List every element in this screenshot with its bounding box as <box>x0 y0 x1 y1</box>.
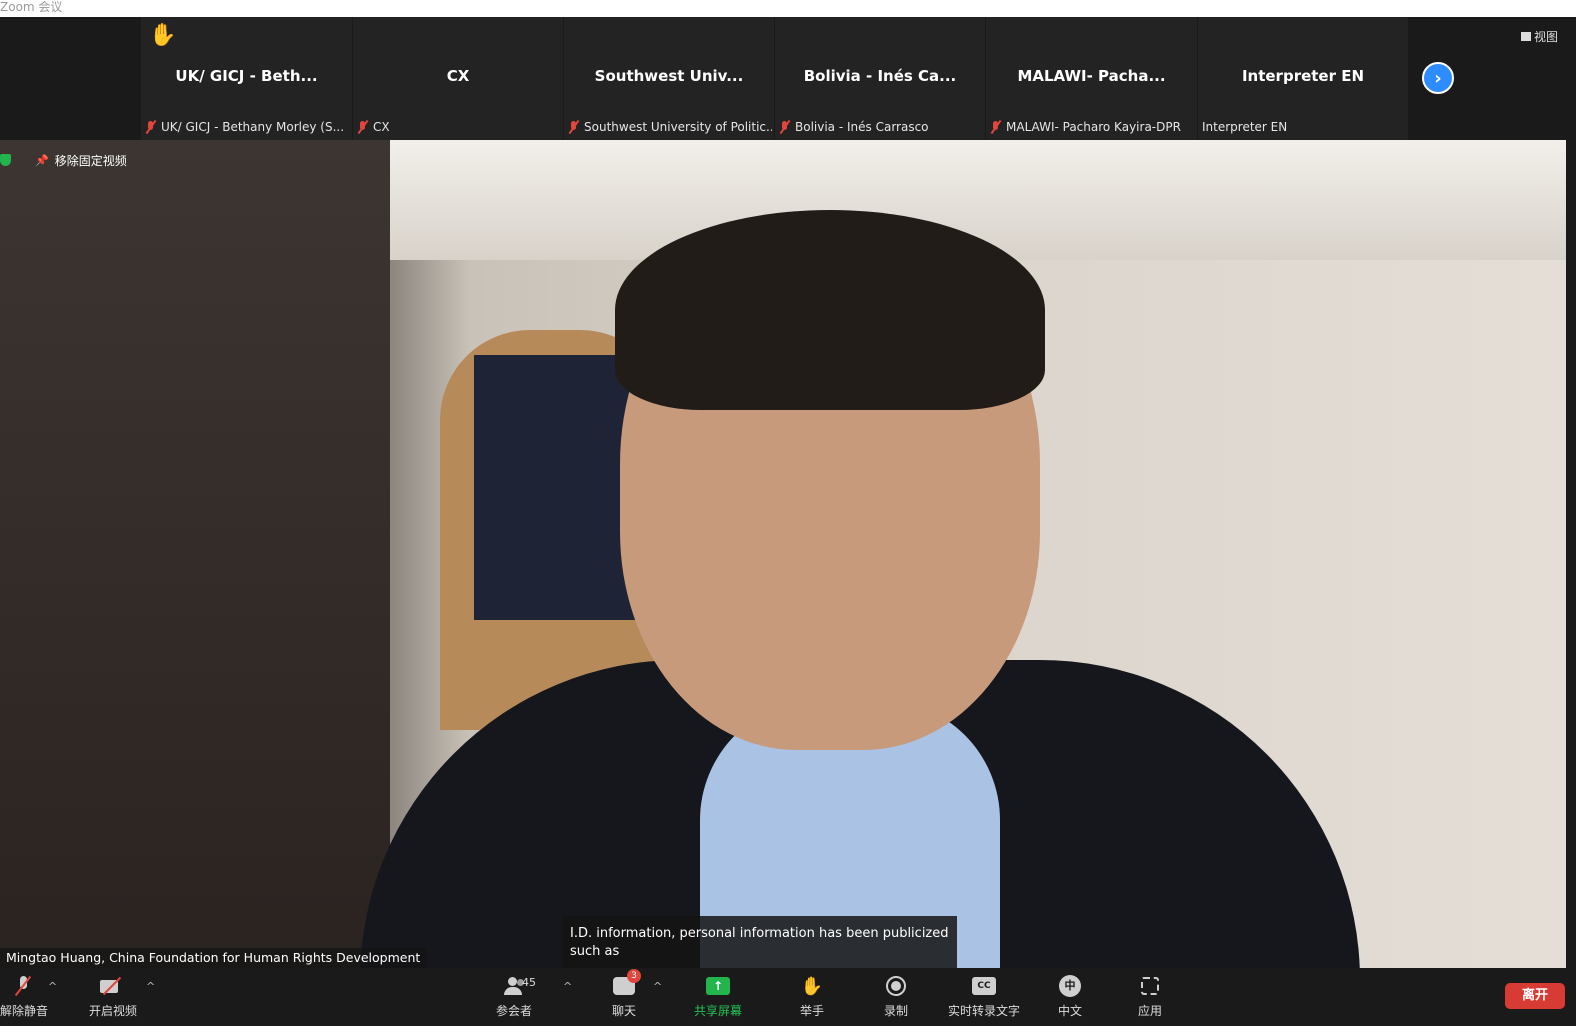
participant-name: UK/ GICJ - Beth... <box>175 67 318 85</box>
view-label: 视图 <box>1534 30 1559 44</box>
live-transcript-label: 实时转录文字 <box>947 1004 1020 1018</box>
record-button[interactable]: 录制 <box>874 974 918 1019</box>
record-icon <box>886 976 906 996</box>
window-title: Zoom 会议 <box>0 0 63 14</box>
language-label: 中文 <box>1057 1004 1082 1018</box>
chat-label: 聊天 <box>611 1004 636 1018</box>
video-background <box>474 355 639 620</box>
participant-label: UK/ GICJ - Bethany Morley (S... <box>145 120 350 134</box>
chat-icon: 3 <box>613 969 641 995</box>
unmute-label: 解除静音 <box>0 1004 49 1018</box>
unpin-label: 移除固定视频 <box>54 153 127 168</box>
participant-full-name: MALAWI- Pacharo Kayira-DPR <box>1006 120 1181 134</box>
raised-hand-icon: ✋ <box>149 23 177 48</box>
mic-muted-icon <box>568 120 580 134</box>
video-off-icon <box>100 977 126 995</box>
chevron-right-icon: › <box>1434 67 1442 89</box>
unmute-button[interactable]: 解除静音 <box>0 974 49 1019</box>
participant-tile[interactable]: ✋ UK/ GICJ - Beth... UK/ GICJ - Bethany … <box>141 17 352 140</box>
participant-label: Southwest University of Politic... <box>568 120 772 134</box>
raise-hand-label: 举手 <box>799 1004 824 1018</box>
chat-unread-badge: 3 <box>627 969 641 983</box>
participant-full-name: Southwest University of Politic... <box>584 120 772 134</box>
language-icon: 中 <box>1059 975 1081 997</box>
participant-label: Interpreter EN <box>1202 120 1406 134</box>
speaker-name: Mingtao Huang, China Foundation for Huma… <box>0 948 427 968</box>
participants-count: 45 <box>522 976 536 989</box>
leave-button[interactable]: 离开 <box>1505 983 1565 1009</box>
record-label: 录制 <box>883 1004 908 1018</box>
participants-button[interactable]: 45 参会者 <box>486 974 542 1019</box>
audio-options-caret[interactable]: ^ <box>48 980 57 993</box>
participant-label: CX <box>357 120 561 134</box>
mic-muted-icon <box>990 120 1002 134</box>
raise-hand-icon: ✋ <box>800 975 824 997</box>
meeting-toolbar: 解除静音 ^ 开启视频 ^ 45 参会者 ^ 3 聊天 ^ ↑ 共享屏幕 ✋ 举… <box>0 968 1576 1026</box>
live-transcript-button[interactable]: CC 实时转录文字 <box>940 974 1028 1019</box>
video-options-caret[interactable]: ^ <box>146 980 155 993</box>
participant-label: Bolivia - Inés Carrasco <box>779 120 983 134</box>
mic-muted-icon <box>357 120 369 134</box>
start-video-label: 开启视频 <box>88 1004 137 1018</box>
participant-strip: ✋ UK/ GICJ - Beth... UK/ GICJ - Bethany … <box>0 17 1576 140</box>
chat-button[interactable]: 3 聊天 <box>602 969 646 1019</box>
participant-full-name: CX <box>373 120 390 134</box>
pin-icon: 📌 <box>35 153 49 167</box>
security-shield-icon <box>0 154 11 166</box>
language-button[interactable]: 中 中文 <box>1048 974 1092 1019</box>
main-video <box>0 140 1566 968</box>
participants-options-caret[interactable]: ^ <box>563 980 572 993</box>
participant-name: CX <box>446 67 470 85</box>
speaker-figure <box>615 210 1045 410</box>
participant-name: MALAWI- Pacha... <box>1017 67 1166 85</box>
share-screen-label: 共享屏幕 <box>693 1004 742 1018</box>
video-background <box>0 140 390 968</box>
participant-full-name: Interpreter EN <box>1202 120 1288 134</box>
live-caption: I.D. information, personal information h… <box>562 916 957 968</box>
raise-hand-button[interactable]: ✋ 举手 <box>790 974 834 1019</box>
share-screen-button[interactable]: ↑ 共享屏幕 <box>688 974 748 1019</box>
start-video-button[interactable]: 开启视频 <box>84 974 142 1019</box>
participant-tile[interactable]: CX CX <box>353 17 563 140</box>
participant-tile[interactable]: Bolivia - Inés Ca... Bolivia - Inés Carr… <box>775 17 985 140</box>
unpin-video-button[interactable]: 📌 移除固定视频 <box>0 150 127 170</box>
participant-tile[interactable]: Southwest Univ... Southwest University o… <box>564 17 774 140</box>
mic-muted-icon <box>145 120 157 134</box>
apps-button[interactable]: 应用 <box>1128 974 1172 1019</box>
participant-name: Bolivia - Inés Ca... <box>803 67 957 85</box>
participant-full-name: Bolivia - Inés Carrasco <box>795 120 929 134</box>
apps-icon <box>1141 977 1159 995</box>
grid-view-icon <box>1521 32 1531 41</box>
apps-label: 应用 <box>1137 1004 1162 1018</box>
participants-label: 参会者 <box>495 1004 532 1018</box>
mic-muted-icon <box>16 976 30 996</box>
next-page-button[interactable]: › <box>1422 62 1454 94</box>
participant-tile[interactable]: MALAWI- Pacha... MALAWI- Pacharo Kayira-… <box>986 17 1197 140</box>
participant-tile[interactable]: Interpreter EN Interpreter EN <box>1198 17 1408 140</box>
participant-full-name: UK/ GICJ - Bethany Morley (S... <box>161 120 345 134</box>
chat-options-caret[interactable]: ^ <box>653 980 662 993</box>
participant-label: MALAWI- Pacharo Kayira-DPR <box>990 120 1195 134</box>
mic-muted-icon <box>779 120 791 134</box>
participant-name: Interpreter EN <box>1241 67 1365 85</box>
share-screen-icon: ↑ <box>706 977 730 995</box>
participant-name: Southwest Univ... <box>594 67 744 85</box>
title-bar: Zoom 会议 <box>0 0 1576 17</box>
view-button[interactable]: 视图 <box>1521 28 1558 45</box>
closed-caption-icon: CC <box>972 977 996 995</box>
